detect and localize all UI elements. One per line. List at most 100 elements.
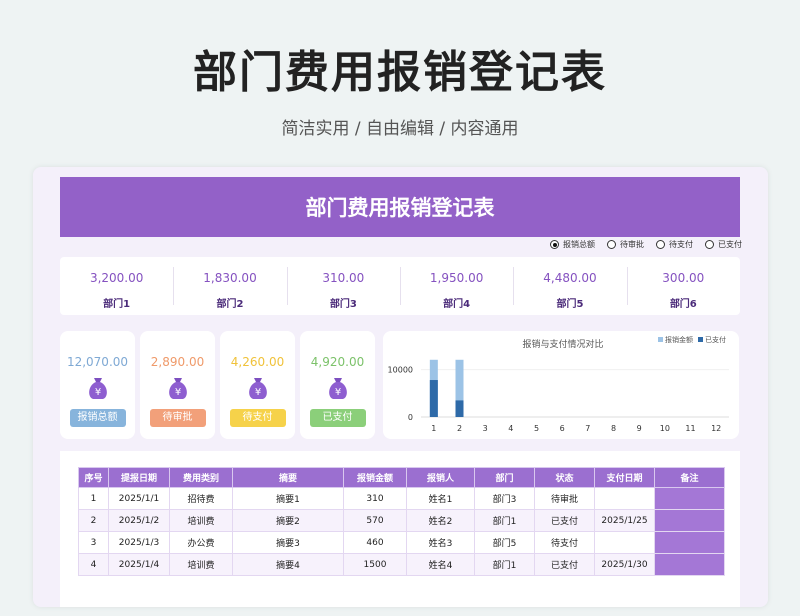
col-header-pay-date[interactable]: 支付日期	[594, 467, 655, 488]
x-tick-label: 10	[660, 424, 670, 433]
hero-title: 部门费用报销登记表	[193, 47, 607, 98]
radio-total[interactable]: 报销总额	[550, 239, 595, 250]
cell-index[interactable]: 1	[78, 487, 109, 510]
cell-status[interactable]: 待审批	[534, 487, 595, 510]
department-name: 部门6	[669, 299, 697, 310]
department-name: 部门3	[329, 299, 357, 310]
cell-amount[interactable]: 570	[343, 509, 407, 532]
cell-pay-date[interactable]: 2025/1/25	[594, 509, 655, 532]
department-amount: 4,480.00	[543, 271, 597, 285]
money-bag-icon: ¥	[88, 378, 107, 399]
radio-unselected-icon	[607, 240, 616, 249]
cell-department[interactable]: 部门1	[474, 509, 535, 532]
x-tick-label: 1	[431, 424, 436, 433]
chart-title: 报销与支付情况对比	[522, 338, 603, 350]
radio-label: 已支付	[718, 240, 742, 249]
cell-summary[interactable]: 摘要1	[232, 487, 344, 510]
x-tick-label: 11	[685, 424, 695, 433]
cell-summary[interactable]: 摘要4	[232, 553, 344, 576]
department-summary: 1,830.00 部门2	[173, 257, 286, 315]
cell-pay-date[interactable]: 2025/1/30	[594, 553, 655, 576]
cell-department[interactable]: 部门1	[474, 553, 535, 576]
cell-summary[interactable]: 摘要3	[232, 531, 344, 554]
cell-amount[interactable]: 310	[343, 487, 407, 510]
col-header-department[interactable]: 部门	[474, 467, 535, 488]
table-row: 4 2025/1/4 培训费 摘要4 1500 姓名4 部门1 已支付 2025…	[78, 553, 725, 576]
x-tick-label: 12	[711, 424, 721, 433]
cell-pay-date[interactable]	[594, 487, 655, 510]
comparison-chart: 报销与支付情况对比 报销金额 已支付 10000 0 1 2 3 4 5 6 7 8 9 10 11 12	[383, 331, 739, 439]
radio-selected-icon	[550, 240, 559, 249]
col-header-amount[interactable]: 报销金额	[343, 467, 407, 488]
cell-submit-date[interactable]: 2025/1/2	[108, 509, 170, 532]
cell-index[interactable]: 2	[78, 509, 109, 532]
radio-pending-payment[interactable]: 待支付	[656, 239, 693, 250]
department-summary-bar: 3,200.00 部门1 1,830.00 部门2 310.00 部门3 1,9…	[60, 257, 740, 315]
col-header-submit-date[interactable]: 提报日期	[108, 467, 170, 488]
cell-category[interactable]: 招待费	[169, 487, 233, 510]
spreadsheet-preview: 部门费用报销登记表 报销总额 待审批 待支付 已支付 3,200.00 部门1 …	[33, 167, 768, 607]
x-tick-label: 5	[534, 424, 539, 433]
cell-claimant[interactable]: 姓名3	[406, 531, 475, 554]
cell-submit-date[interactable]: 2025/1/1	[108, 487, 170, 510]
cell-submit-date[interactable]: 2025/1/3	[108, 531, 170, 554]
radio-pending-approval[interactable]: 待审批	[607, 239, 644, 250]
cell-status[interactable]: 已支付	[534, 553, 595, 576]
radio-unselected-icon	[705, 240, 714, 249]
legend-swatch	[658, 337, 663, 342]
cell-status[interactable]: 已支付	[534, 509, 595, 532]
cell-notes[interactable]	[654, 531, 725, 554]
cell-claimant[interactable]: 姓名4	[406, 553, 475, 576]
radio-label: 待审批	[620, 240, 644, 249]
filter-radio-group: 报销总额 待审批 待支付 已支付	[550, 239, 742, 250]
cell-category[interactable]: 培训费	[169, 509, 233, 532]
radio-paid[interactable]: 已支付	[705, 239, 742, 250]
cell-notes[interactable]	[654, 509, 725, 532]
cell-department[interactable]: 部门5	[474, 531, 535, 554]
x-tick-label: 2	[457, 424, 462, 433]
cell-amount[interactable]: 460	[343, 531, 407, 554]
cell-index[interactable]: 3	[78, 531, 109, 554]
col-header-category[interactable]: 费用类别	[169, 467, 233, 488]
department-amount: 1,830.00	[203, 271, 257, 285]
table-row: 2 2025/1/2 培训费 摘要2 570 姓名2 部门1 已支付 2025/…	[78, 509, 725, 532]
card-value: 4,920.00	[310, 355, 365, 369]
card-label: 报销总额	[69, 409, 126, 427]
x-tick-label: 3	[483, 424, 488, 433]
col-header-notes[interactable]: 备注	[654, 467, 725, 488]
cell-claimant[interactable]: 姓名2	[406, 509, 475, 532]
radio-label: 待支付	[669, 240, 693, 249]
cell-status[interactable]: 待支付	[534, 531, 595, 554]
x-tick-label: 4	[508, 424, 513, 433]
cell-category[interactable]: 办公费	[169, 531, 233, 554]
department-name: 部门1	[103, 299, 131, 310]
department-summary: 3,200.00 部门1	[60, 257, 173, 315]
department-name: 部门2	[216, 299, 244, 310]
cell-amount[interactable]: 1500	[343, 553, 407, 576]
cell-category[interactable]: 培训费	[169, 553, 233, 576]
card-value: 2,890.00	[150, 355, 205, 369]
cell-notes[interactable]	[654, 553, 725, 576]
svg-text:¥: ¥	[254, 387, 260, 398]
col-header-status[interactable]: 状态	[534, 467, 595, 488]
x-tick-label: 9	[637, 424, 642, 433]
table-row: 3 2025/1/3 办公费 摘要3 460 姓名3 部门5 待支付	[78, 531, 725, 554]
expense-table: 序号 提报日期 费用类别 摘要 报销金额 报销人 部门 状态 支付日期 备注 1…	[78, 467, 725, 576]
department-name: 部门4	[443, 299, 471, 310]
card-label: 待审批	[149, 409, 206, 427]
cell-notes[interactable]	[654, 487, 725, 510]
col-header-index[interactable]: 序号	[78, 467, 109, 488]
col-header-summary[interactable]: 摘要	[232, 467, 344, 488]
department-amount: 3,200.00	[89, 271, 144, 285]
department-summary: 4,480.00 部门5	[513, 257, 626, 315]
cell-index[interactable]: 4	[78, 553, 109, 576]
cell-claimant[interactable]: 姓名1	[406, 487, 475, 510]
pending-payment-card: 4,260.00 ¥ 待支付	[220, 331, 295, 439]
y-tick-label: 0	[408, 413, 413, 422]
cell-submit-date[interactable]: 2025/1/4	[108, 553, 170, 576]
cell-pay-date[interactable]	[594, 531, 655, 554]
pending-approval-card: 2,890.00 ¥ 待审批	[140, 331, 215, 439]
cell-summary[interactable]: 摘要2	[232, 509, 344, 532]
cell-department[interactable]: 部门3	[474, 487, 535, 510]
col-header-claimant[interactable]: 报销人	[406, 467, 475, 488]
